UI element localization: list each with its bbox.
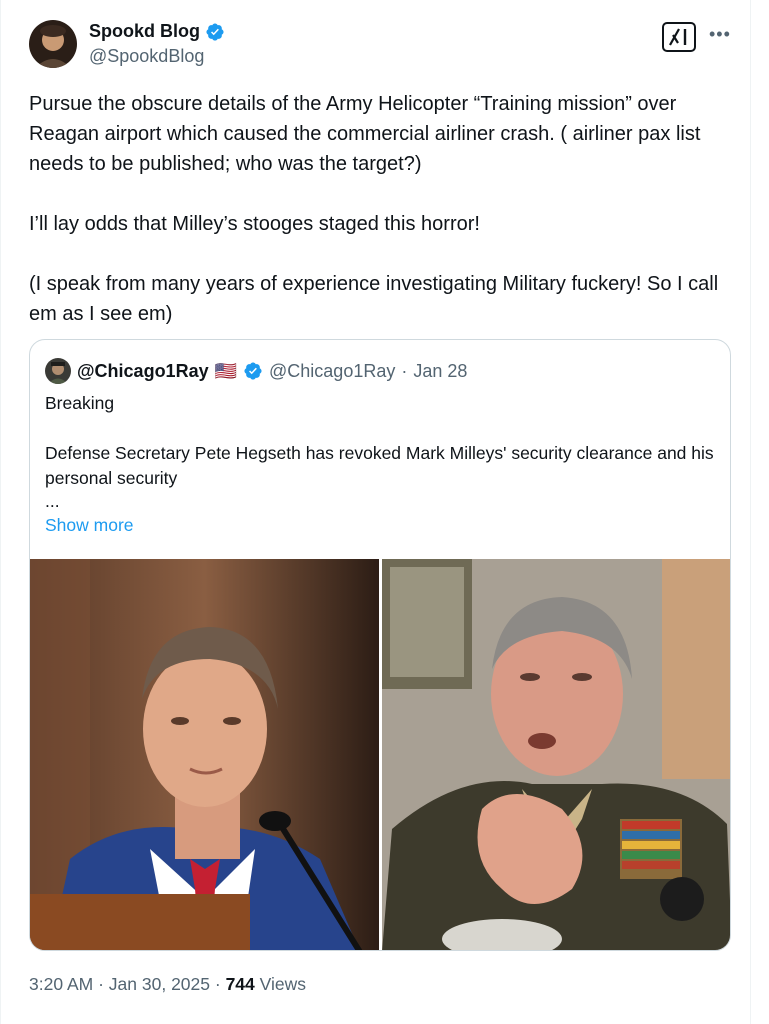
grok-icon[interactable] (662, 22, 696, 52)
quoted-author-name[interactable]: @Chicago1Ray (77, 361, 209, 382)
more-options-icon[interactable]: ••• (709, 24, 731, 45)
post-paragraph: I’ll lay odds that Milley’s stooges stag… (29, 213, 480, 235)
quoted-author-avatar[interactable] (45, 358, 71, 384)
photo-right[interactable] (382, 559, 730, 950)
post-paragraph: (I speak from many years of experience i… (29, 273, 719, 325)
views-label[interactable]: Views (260, 974, 306, 994)
author-avatar[interactable] (29, 20, 77, 68)
photo-left[interactable] (30, 559, 379, 950)
separator-dot: · (98, 974, 104, 994)
quoted-line: ... (45, 491, 60, 511)
verified-badge-icon (205, 22, 225, 42)
post-text: Pursue the obscure details of the Army H… (29, 89, 741, 359)
quoted-line: Breaking (45, 393, 115, 413)
us-flag-emoji: 🇺🇸 (214, 360, 238, 381)
quoted-line (45, 416, 717, 441)
card-right-border (750, 0, 751, 1024)
quoted-post[interactable]: @Chicago1Ray 🇺🇸 @Chicago1Ray · Jan 28 Br… (29, 339, 731, 951)
quoted-author-handle: @Chicago1Ray (269, 360, 396, 381)
author-name[interactable]: Spookd Blog (89, 21, 200, 42)
post-paragraph: Pursue the obscure details of the Army H… (29, 93, 701, 175)
card-left-border (0, 0, 1, 1024)
post-footer: 3:20 AM · Jan 30, 2025 · 744 Views (29, 974, 306, 995)
post-date[interactable]: Jan 30, 2025 (109, 974, 210, 994)
separator-dot: · (214, 974, 221, 994)
verified-badge-icon (243, 361, 263, 381)
author-handle[interactable]: @SpookdBlog (89, 46, 204, 67)
quoted-post-header: @Chicago1Ray 🇺🇸 @Chicago1Ray · Jan 28 (45, 358, 467, 384)
show-more-link[interactable]: Show more (45, 513, 717, 538)
post-time[interactable]: 3:20 AM (29, 974, 93, 994)
views-count[interactable]: 744 (226, 974, 255, 994)
quoted-post-date[interactable]: Jan 28 (413, 361, 467, 382)
author-name-row[interactable]: Spookd Blog (89, 21, 225, 42)
quoted-post-text: Breaking Defense Secretary Pete Hegseth … (45, 391, 717, 538)
separator-dot: · (401, 360, 408, 381)
quoted-line: Defense Secretary Pete Hegseth has revok… (45, 443, 714, 488)
